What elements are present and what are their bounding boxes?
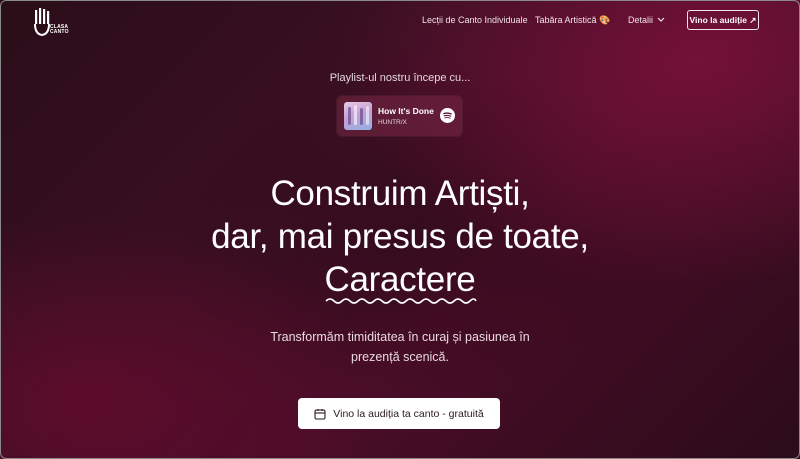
- calendar-icon: [314, 408, 326, 420]
- playlist-caption: Playlist-ul nostru începe cu...: [329, 72, 471, 84]
- nav-link-lectii[interactable]: Lecții de Canto Individuale: [422, 15, 528, 25]
- track-title: How It's Done: [378, 106, 434, 116]
- top-nav: Lecții de Canto Individuale Tabăra Artis…: [0, 12, 800, 30]
- hero-subtitle: Transformăm timiditatea în curaj și pasi…: [0, 327, 800, 367]
- headline-line-2: dar, mai presus de toate,: [211, 217, 589, 256]
- spotify-icon[interactable]: [440, 108, 455, 123]
- now-playing-card[interactable]: How It's Done HUNTR/X: [337, 96, 462, 136]
- headline-line-3: Caractere: [324, 260, 476, 299]
- track-artist: HUNTR/X: [378, 119, 407, 126]
- subtitle-line-2: prezență scenică.: [351, 350, 449, 364]
- chevron-down-icon[interactable]: [657, 17, 665, 23]
- nav-link-tabara[interactable]: Tabăra Artistică 🎨: [535, 15, 610, 26]
- subtitle-line-1: Transformăm timiditatea în curaj și pasi…: [270, 330, 530, 344]
- hero-headline: Construim Artiști, dar, mai presus de to…: [0, 172, 800, 304]
- nav-link-detalii[interactable]: Detalii: [628, 15, 653, 25]
- squiggle-underline: [324, 298, 477, 304]
- headline-highlight: Caractere: [324, 258, 477, 304]
- free-audition-label: Vino la audiția ta canto - gratuită: [333, 407, 484, 420]
- free-audition-button[interactable]: Vino la audiția ta canto - gratuită: [298, 398, 500, 429]
- audition-nav-button[interactable]: Vino la audiție ↗: [687, 10, 759, 30]
- album-cover: [344, 102, 372, 130]
- headline-line-1: Construim Artiști,: [270, 174, 530, 213]
